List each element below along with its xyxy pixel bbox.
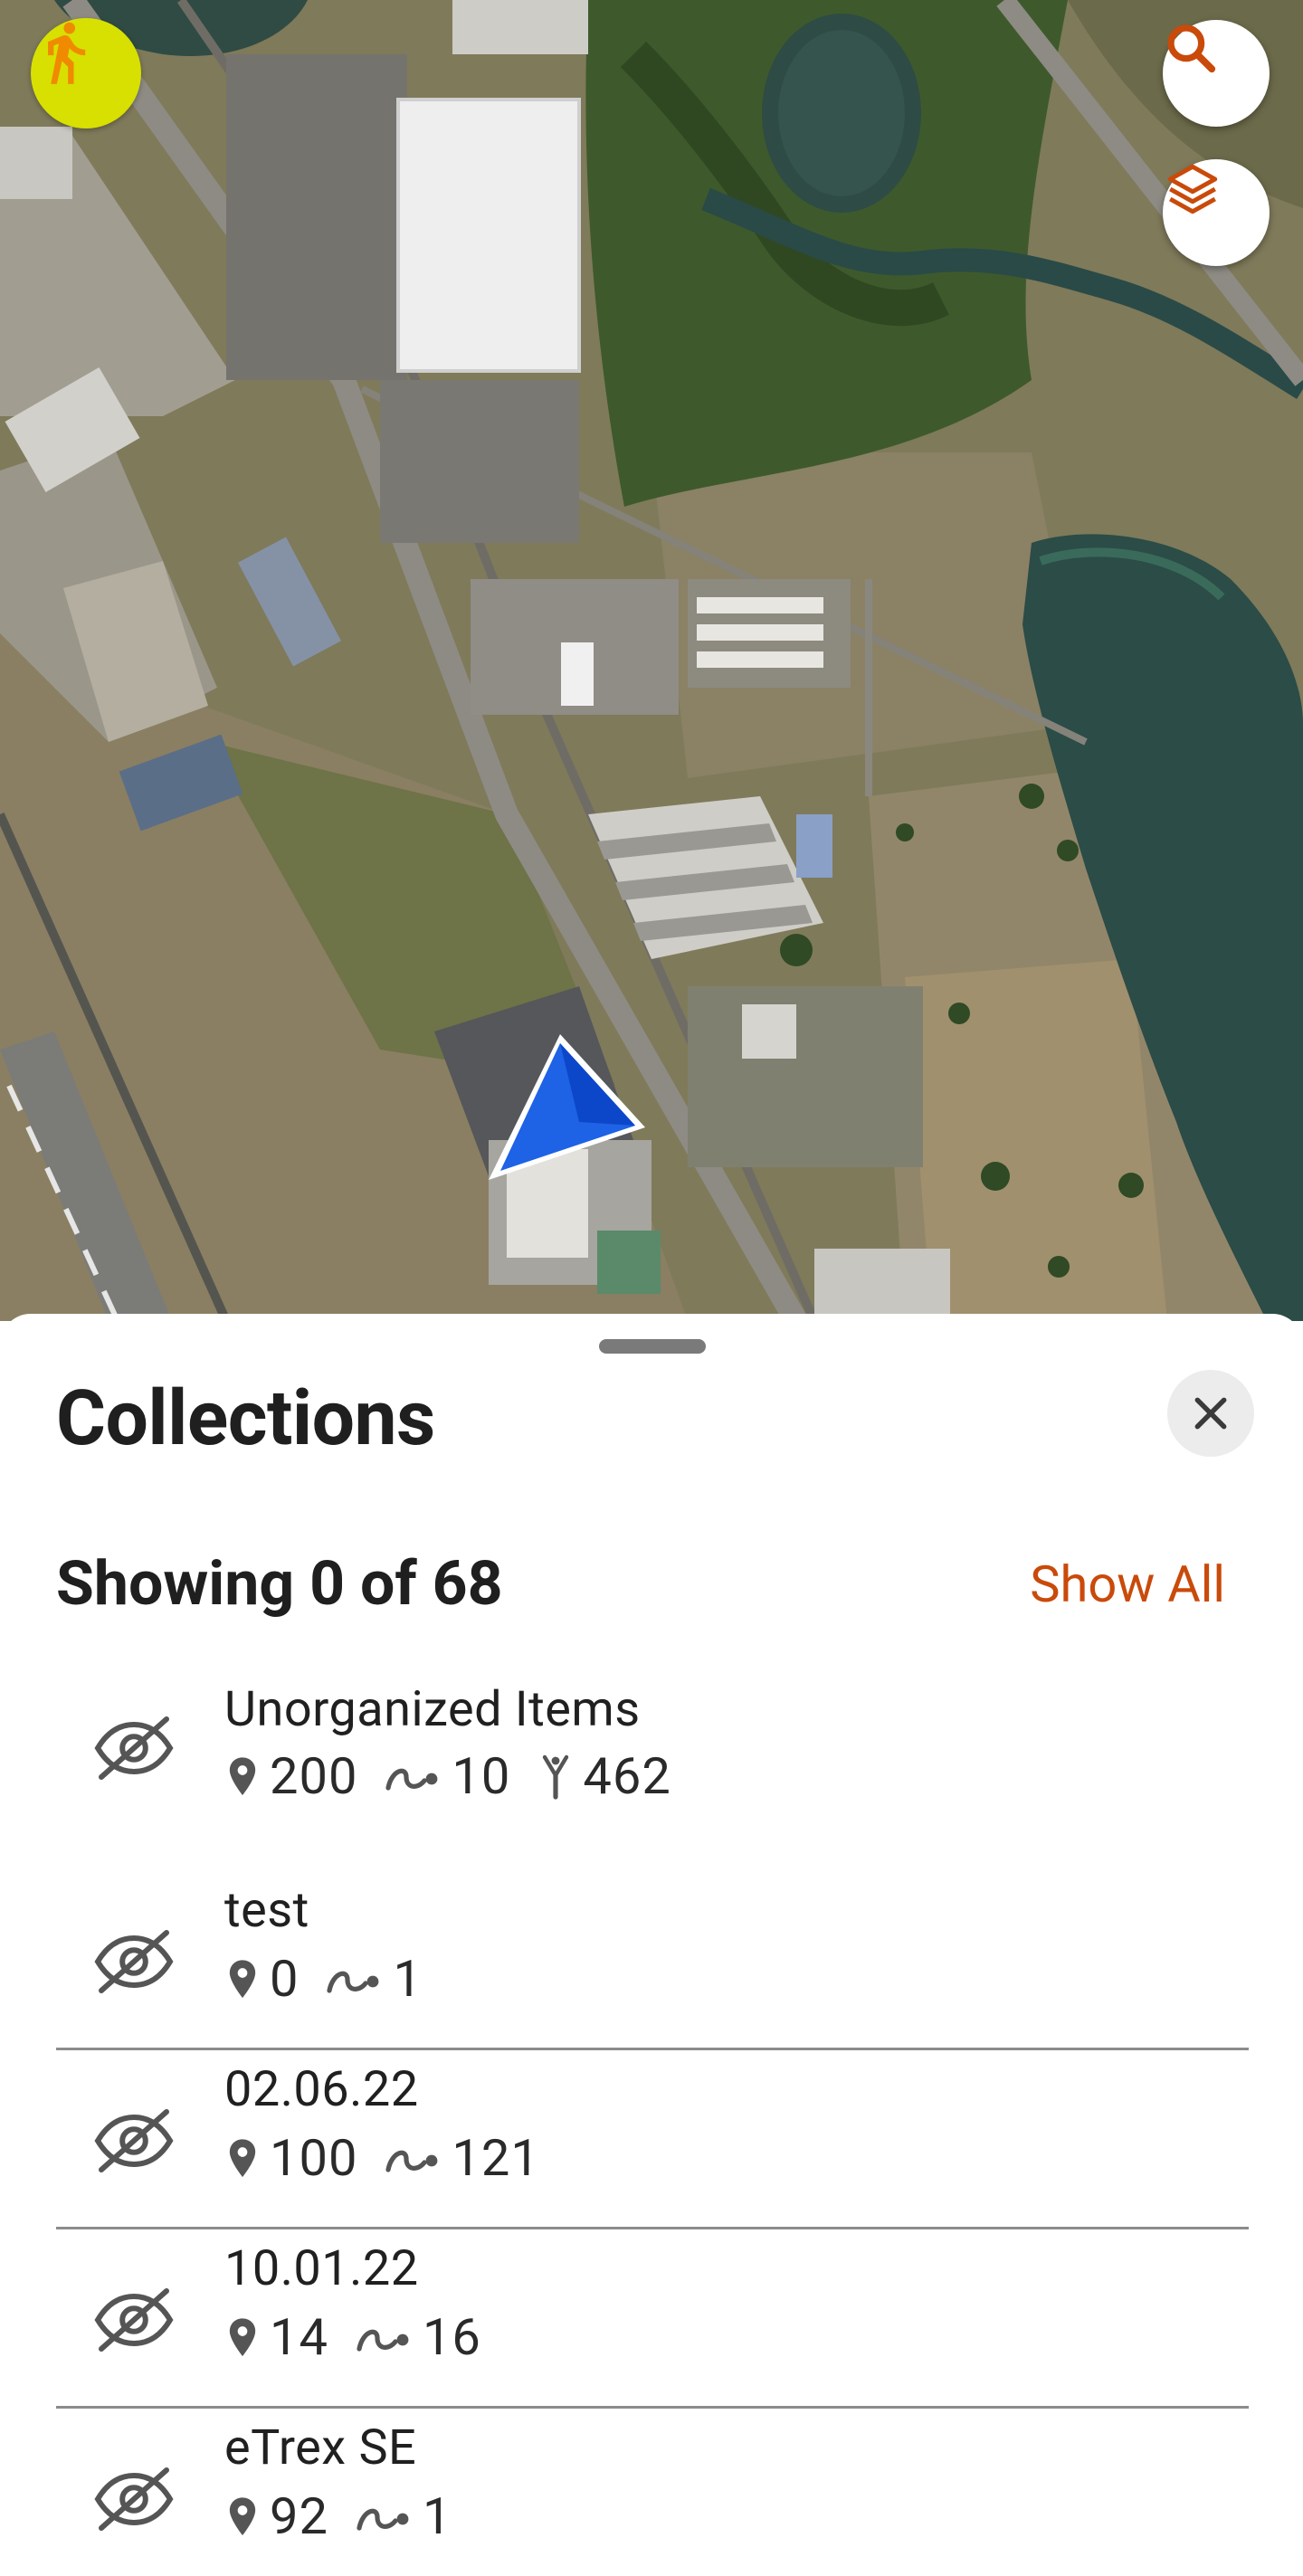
collection-name: 02.06.22 (224, 2061, 419, 2118)
collection-stats: 0 1 (224, 1949, 450, 2010)
collection-row[interactable]: 10.01.22 14 16 (56, 2229, 1249, 2409)
activity-badge[interactable] (31, 18, 141, 128)
collection-stats: 14 16 (224, 2307, 509, 2368)
eye-off-icon[interactable] (90, 2277, 177, 2363)
showing-count: Showing 0 of 68 (56, 1547, 503, 1620)
running-person-icon (48, 22, 86, 84)
waypoint-count: 100 (270, 2128, 358, 2188)
waypoint-icon (229, 2317, 256, 2356)
track-icon (385, 2150, 438, 2172)
eye-off-icon[interactable] (90, 2456, 177, 2543)
collection-name: eTrex SE (224, 2419, 417, 2476)
collection-name: Unorganized Items (224, 1681, 641, 1738)
layers-icon (1167, 164, 1218, 214)
eye-off-icon[interactable] (90, 2097, 177, 2184)
eye-off-icon[interactable] (90, 1918, 177, 2005)
track-icon (357, 2329, 409, 2352)
waypoint-count: 14 (270, 2307, 328, 2367)
show-all-button[interactable]: Show All (1030, 1554, 1225, 1615)
waypoint-count: 0 (270, 1949, 300, 2009)
drag-handle[interactable] (599, 1339, 706, 1354)
waypoint-icon (229, 1959, 256, 1998)
collection-row[interactable]: test 0 1 (56, 1871, 1249, 2050)
route-icon (543, 1754, 569, 1800)
track-icon (357, 2508, 409, 2531)
collection-name: 10.01.22 (224, 2240, 419, 2297)
collection-name: test (224, 1882, 309, 1939)
collection-row[interactable]: eTrex SE 92 1 (56, 2409, 1249, 2576)
close-button[interactable] (1167, 1370, 1254, 1457)
collection-row[interactable]: 02.06.22 100 121 (56, 2050, 1249, 2229)
search-button[interactable] (1163, 20, 1270, 127)
close-icon (1194, 1397, 1227, 1430)
route-count: 462 (583, 1746, 671, 1806)
search-icon (1167, 24, 1216, 73)
waypoint-icon (229, 2138, 256, 2177)
track-count: 10 (452, 1746, 511, 1806)
waypoint-icon (229, 2496, 256, 2535)
satellite-imagery (0, 0, 1303, 1321)
eye-off-icon[interactable] (90, 1705, 177, 1792)
map-view[interactable] (0, 0, 1303, 1321)
track-count: 121 (452, 2128, 540, 2188)
track-icon (327, 1971, 379, 1993)
collection-stats: 200 10 462 (224, 1746, 699, 1807)
track-icon (385, 1768, 438, 1791)
collection-stats: 100 121 (224, 2128, 567, 2189)
collections-sheet: Collections Showing 0 of 68 Show All Uno… (0, 1314, 1303, 2576)
layers-button[interactable] (1163, 159, 1270, 266)
collection-list: Unorganized Items 200 10 462 test 0 1 02… (56, 1667, 1249, 2576)
sheet-title: Collections (56, 1374, 435, 1463)
track-count: 16 (422, 2307, 481, 2367)
waypoint-icon (229, 1756, 256, 1795)
track-count: 1 (422, 2486, 452, 2546)
waypoint-count: 92 (270, 2486, 328, 2546)
track-count: 1 (393, 1949, 423, 2009)
waypoint-count: 200 (270, 1746, 358, 1806)
collection-stats: 92 1 (224, 2486, 479, 2547)
collection-row[interactable]: Unorganized Items 200 10 462 (56, 1667, 1249, 1871)
